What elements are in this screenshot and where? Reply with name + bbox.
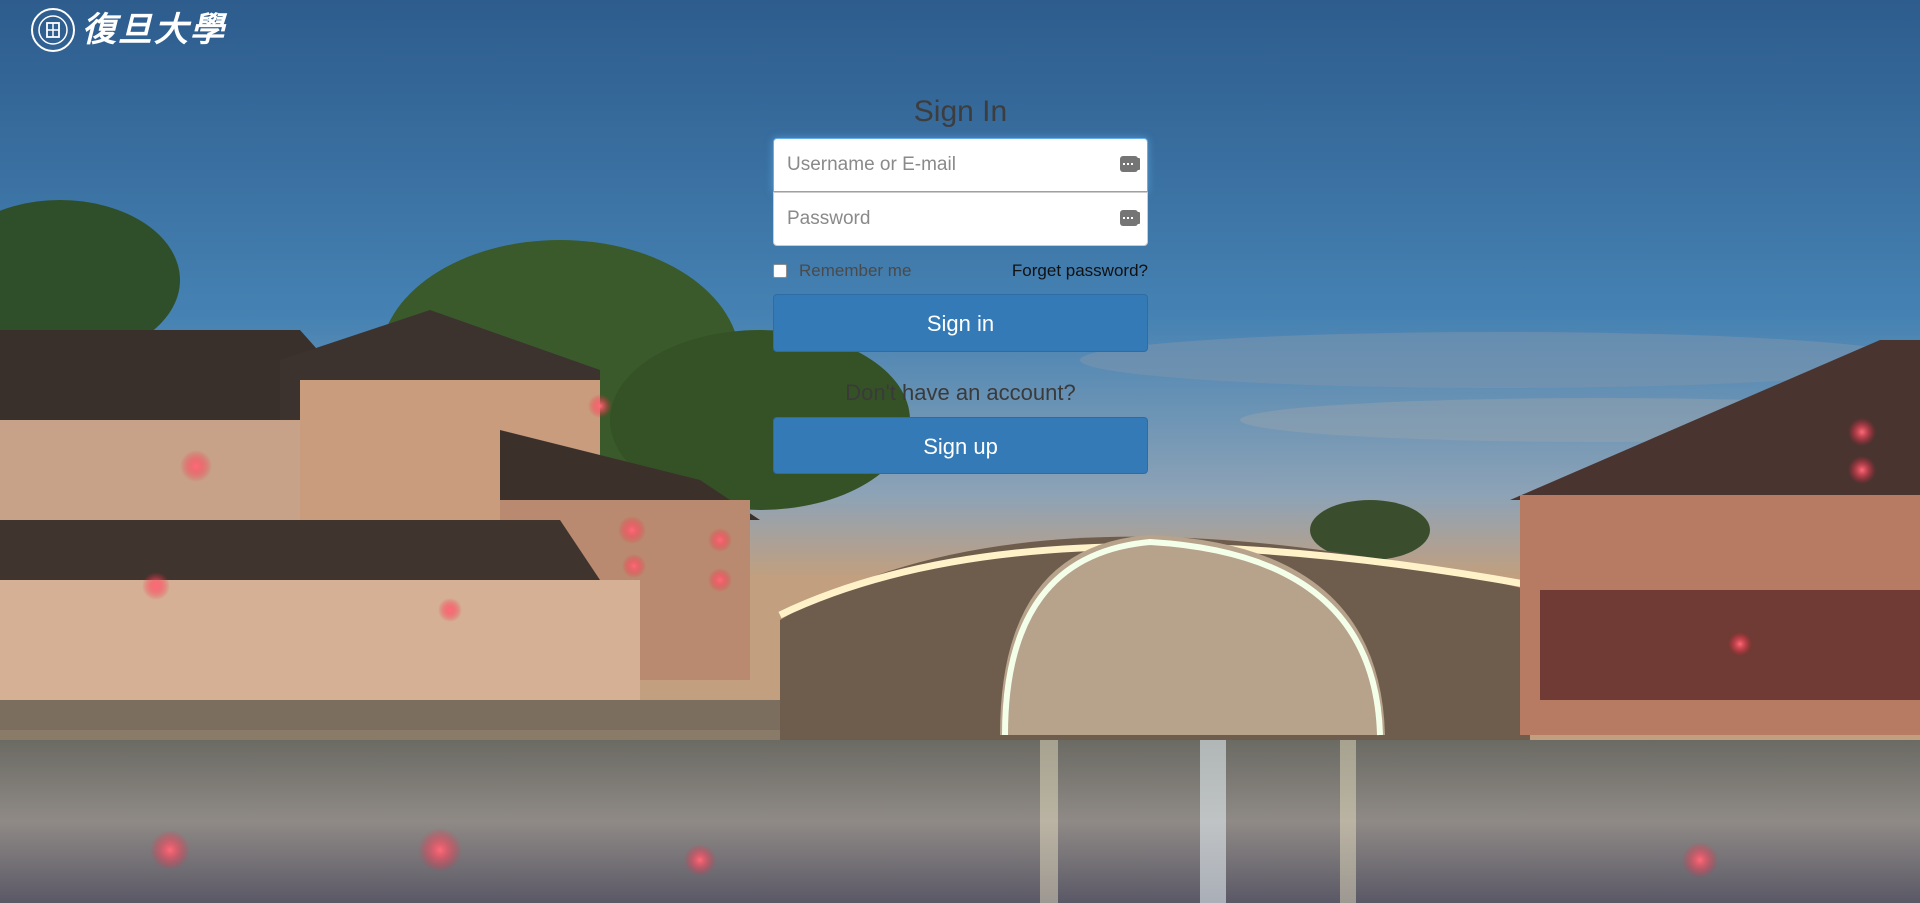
login-options: Remember me Forget password?	[773, 260, 1148, 282]
username-field[interactable]	[773, 138, 1148, 192]
page-title: Sign In	[913, 95, 1008, 128]
password-input[interactable]	[774, 193, 1147, 245]
key-icon	[1120, 156, 1140, 172]
site-logo[interactable]: 復旦大學	[30, 7, 226, 53]
login-panel: Sign In Remember me Forget password? Sig…	[773, 88, 1148, 474]
university-seal-icon	[31, 8, 75, 52]
password-field[interactable]	[773, 192, 1148, 246]
sign-up-button[interactable]: Sign up	[773, 417, 1148, 474]
forget-password-link[interactable]: Forget password?	[1012, 261, 1148, 281]
sign-in-button[interactable]: Sign in	[773, 294, 1148, 352]
remember-me[interactable]: Remember me	[773, 261, 911, 281]
logo-text: 復旦大學	[82, 10, 226, 50]
username-input[interactable]	[774, 139, 1147, 191]
remember-me-label: Remember me	[799, 261, 912, 280]
remember-me-checkbox[interactable]	[773, 264, 787, 278]
no-account-text: Don't have an account?	[845, 380, 1076, 405]
key-icon	[1120, 210, 1140, 226]
